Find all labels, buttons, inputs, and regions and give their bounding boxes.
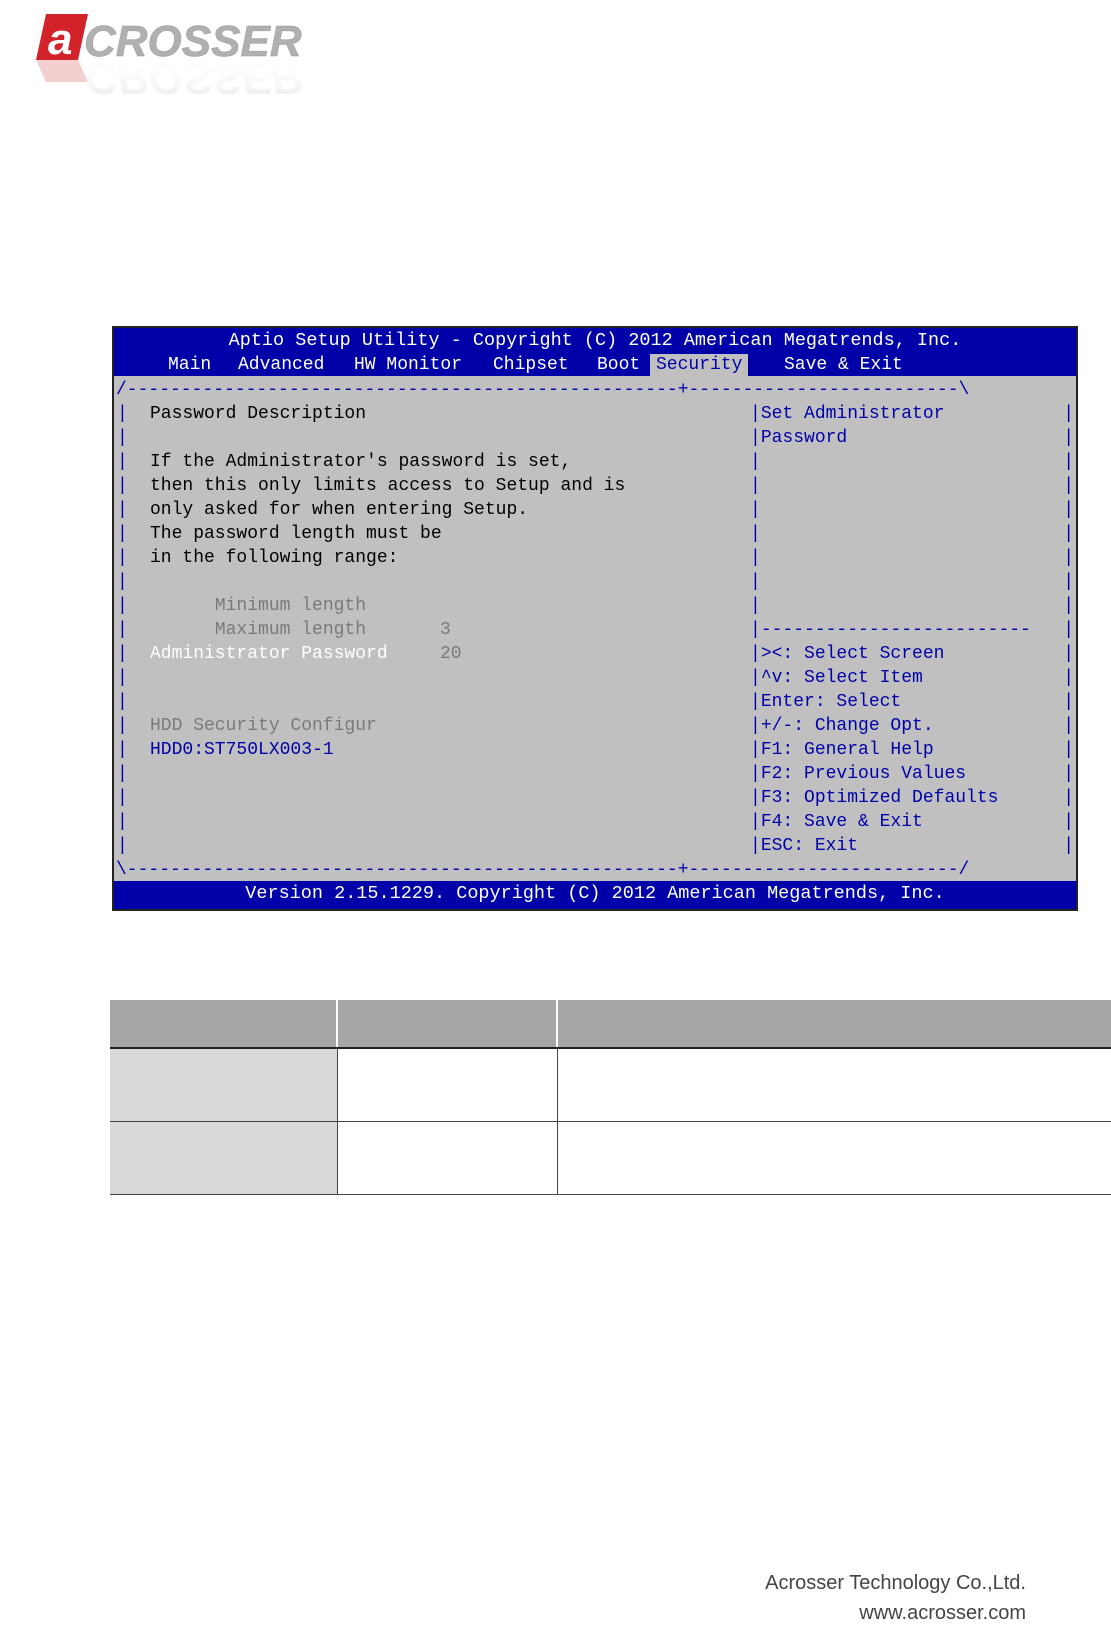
table-cell <box>557 1048 1111 1122</box>
table-header-cell <box>110 1000 338 1049</box>
bios-header: Aptio Setup Utility - Copyright (C) 2012… <box>114 328 1076 376</box>
company-footer: Acrosser Technology Co.,Ltd. www.acrosse… <box>765 1568 1026 1628</box>
key-hint: |Enter: Select <box>750 692 902 712</box>
acrosser-logo: a CROSSER CROSSER <box>28 8 368 98</box>
acrosser-logo-graphic: a CROSSER CROSSER <box>36 14 302 98</box>
minimum-length-row: Minimum length 3 <box>150 570 740 640</box>
password-description-heading: Password Description <box>150 404 367 424</box>
tab-security[interactable]: Security <box>650 354 749 376</box>
frame-bottom-border: \---------------------------------------… <box>116 860 970 880</box>
key-hint: |ESC: Exit <box>750 836 859 856</box>
help-text-line: |Password <box>750 428 848 448</box>
bios-title: Aptio Setup Utility - Copyright (C) 2012… <box>228 330 962 351</box>
description-line: in the following range: <box>150 548 399 568</box>
bios-screen: Aptio Setup Utility - Copyright (C) 2012… <box>112 326 1078 911</box>
bios-footer-version: Version 2.15.1229. Copyright (C) 2012 Am… <box>114 881 1076 909</box>
tab-hw-monitor[interactable]: HW Monitor <box>348 354 468 376</box>
table-row <box>110 1048 1111 1122</box>
maximum-length-value: 20 <box>440 644 462 664</box>
tab-chipset[interactable]: Chipset <box>487 354 575 376</box>
hdd0-security-item[interactable]: HDD0:ST750LX003-1 <box>150 738 740 762</box>
table-cell <box>110 1121 338 1195</box>
key-hint: |F4: Save & Exit <box>750 812 923 832</box>
settings-pane: Password Description If the Administrato… <box>150 402 740 858</box>
minimum-length-value: 3 <box>440 620 451 640</box>
help-pane: |Set Administrator |Password | | | | | |… <box>750 402 1062 858</box>
company-name: Acrosser Technology Co.,Ltd. <box>765 1572 1026 1594</box>
tab-save-exit[interactable]: Save & Exit <box>778 354 909 376</box>
description-line: only asked for when entering Setup. <box>150 500 529 520</box>
company-website: www.acrosser.com <box>859 1602 1026 1624</box>
table-header-cell <box>337 1000 558 1049</box>
tab-advanced[interactable]: Advanced <box>232 354 330 376</box>
help-text-line: |Set Administrator <box>750 404 945 424</box>
hdd-security-config-label: HDD Security Configur <box>150 716 377 736</box>
table-row <box>110 1121 1111 1195</box>
maximum-length-row: Maximum length 20 <box>150 594 740 664</box>
table-cell <box>337 1121 558 1195</box>
description-line: then this only limits access to Setup an… <box>150 476 626 496</box>
key-hint: |F3: Optimized Defaults <box>750 788 999 808</box>
svg-text:a: a <box>48 15 72 64</box>
maximum-length-label: Maximum length <box>214 620 367 640</box>
table-cell <box>337 1048 558 1122</box>
description-line: The password length must be <box>150 524 442 544</box>
frame-top-border: /---------------------------------------… <box>116 380 970 400</box>
key-hint: |^v: Select Item <box>750 668 923 688</box>
table-cell <box>557 1121 1111 1195</box>
help-separator: |------------------------- <box>750 620 1031 640</box>
description-line: If the Administrator's password is set, <box>150 452 572 472</box>
key-hint: |+/-: Change Opt. <box>750 716 934 736</box>
key-hint: |F1: General Help <box>750 740 934 760</box>
frame-left-border: | | | | | | | | | | | | | | | | | | | <box>117 404 128 856</box>
table-header-cell <box>557 1000 1111 1049</box>
key-hint: |F2: Previous Values <box>750 764 967 784</box>
tab-main[interactable]: Main <box>162 354 217 376</box>
table-cell <box>110 1048 338 1122</box>
settings-table <box>110 1000 1111 1195</box>
key-hint: |><: Select Screen <box>750 644 945 664</box>
tab-boot[interactable]: Boot <box>591 354 646 376</box>
table-header-row <box>110 1000 1111 1049</box>
frame-right-border: | | | | | | | | | | | | | | | | | | | <box>1063 404 1074 856</box>
svg-text:CROSSER: CROSSER <box>84 54 302 98</box>
